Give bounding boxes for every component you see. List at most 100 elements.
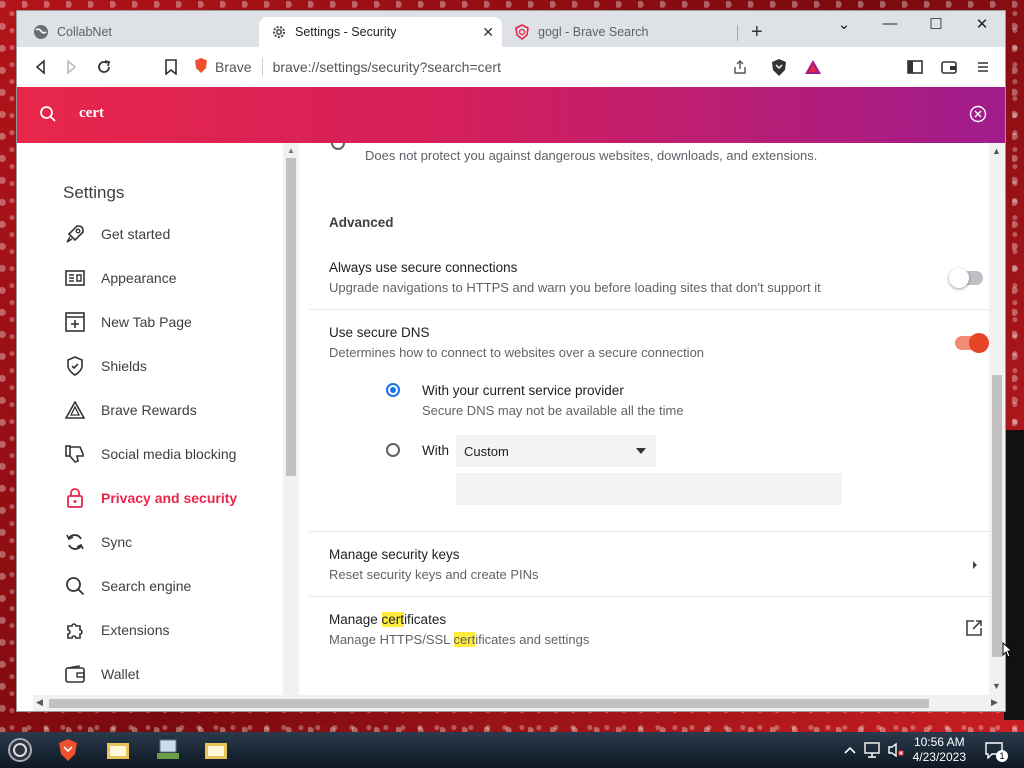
sidebar-scrollbar[interactable]: ▲ [283,143,299,695]
tab-label: Settings - Security [295,25,397,39]
tray-volume-button[interactable] [882,736,910,764]
sidebar-item-extensions[interactable]: Extensions [63,615,169,645]
rewards-triangle-icon [63,398,87,422]
sidebar-scroll-thumb[interactable] [286,158,296,476]
folder-icon [205,743,227,759]
sidebar-item-wallet[interactable]: Wallet [63,659,139,689]
horizontal-scrollbar[interactable]: ◀ ▶ [33,695,1005,711]
sidebar-item-social-media-blocking[interactable]: Social media blocking [63,439,236,469]
secure-dns-title: Use secure DNS [329,325,430,340]
clock-date: 4/23/2023 [912,750,966,764]
taskbar-explorer-button[interactable] [202,736,230,764]
settings-search-input[interactable]: cert [79,105,104,122]
start-button[interactable] [6,736,34,764]
network-computer-icon [157,739,179,759]
rewards-triangle-icon [805,60,821,74]
content-scroll-thumb[interactable] [992,375,1002,657]
taskbar-brave-button[interactable] [54,736,82,764]
reload-button[interactable] [92,55,116,79]
gear-icon [271,24,287,40]
open-external-icon[interactable] [965,619,983,642]
share-button[interactable] [728,55,752,79]
dns-provider-select[interactable]: Custom [456,435,656,467]
advanced-heading: Advanced [329,215,394,230]
bookmark-button[interactable] [159,55,183,79]
tab-label: CollabNet [57,25,112,39]
tray-clock[interactable]: 10:56 AM 4/23/2023 [913,735,966,765]
url-text[interactable]: brave://settings/security?search=cert [273,59,501,75]
horizontal-scroll-thumb[interactable] [49,699,929,708]
sidebar-item-label: Search engine [101,578,192,594]
custom-dns-input[interactable] [456,473,842,505]
tab-search-chevron-icon[interactable]: ⌄ [829,15,859,33]
sidebar-item-privacy-and-security[interactable]: Privacy and security [63,483,237,513]
back-arrow-icon [35,59,45,75]
sidebar-item-brave-rewards[interactable]: Brave Rewards [63,395,197,425]
maximize-button[interactable]: ☐ [921,15,951,33]
toggle-knob [949,268,969,288]
close-window-button[interactable]: ✕ [967,15,997,33]
sidebar-toggle-button[interactable] [903,55,927,79]
taskbar-network-button[interactable] [154,736,182,764]
close-tab-icon[interactable]: ✕ [482,24,494,41]
scroll-up-arrow-icon[interactable]: ▲ [287,146,295,155]
sidebar-item-appearance[interactable]: Appearance [63,263,177,293]
radio-dot [390,387,396,393]
forward-button[interactable] [59,55,83,79]
sidebar-item-label: Extensions [101,622,170,638]
start-orb-icon [8,738,32,762]
sidebar-item-new-tab-page[interactable]: New Tab Page [63,307,192,337]
brave-shields-button[interactable] [767,55,791,79]
wallet-button[interactable] [937,55,961,79]
reload-icon [98,60,111,73]
sidebar-item-label: Get started [101,226,171,242]
content-scrollbar[interactable]: ▲ ▼ [989,143,1005,695]
dns-provider-select-value: Custom [464,443,509,459]
dns-custom-radio[interactable] [386,443,400,457]
secure-connections-title: Always use secure connections [329,260,518,275]
sidebar-panel-icon [907,60,923,74]
sidebar-item-sync[interactable]: Sync [63,527,132,557]
sidebar-item-label: New Tab Page [101,314,192,330]
new-tab-icon [63,310,87,334]
sidebar-item-search-engine[interactable]: Search engine [63,571,191,601]
manage-certificates-row[interactable]: Manage certificates Manage HTTPS/SSL cer… [329,612,589,647]
scroll-left-arrow-icon[interactable]: ◀ [36,697,43,708]
sidebar-item-get-started[interactable]: Get started [63,219,170,249]
clear-search-button[interactable] [969,105,987,128]
brave-rewards-button[interactable] [801,55,825,79]
scroll-down-arrow-icon[interactable]: ▼ [992,681,1001,691]
browser-window: CollabNet Settings - Security ✕ gogl - B… [17,11,1005,711]
scroll-right-arrow-icon[interactable]: ▶ [991,697,998,708]
sidebar-item-shields[interactable]: Shields [63,351,147,381]
taskbar: 10:56 AM 4/23/2023 1 [0,732,1024,768]
toggle-knob [969,333,989,353]
secure-connections-subtitle: Upgrade navigations to HTTPS and warn yo… [329,280,821,295]
taskbar-folder-button[interactable] [104,736,132,764]
scroll-up-arrow-icon[interactable]: ▲ [992,146,1001,156]
brave-lion-icon [772,58,786,76]
brand-label: Brave [215,59,252,75]
tab-collabnet[interactable]: CollabNet [21,17,259,47]
clear-circle-icon [969,105,987,123]
appearance-icon [63,266,87,290]
tab-brave-search[interactable]: gogl - Brave Search [502,17,740,47]
sidebar-item-label: Sync [101,534,133,550]
menu-button[interactable] [971,55,995,79]
chevron-right-icon[interactable] [971,557,979,575]
notification-center-button[interactable]: 1 [980,736,1008,764]
new-tab-button[interactable]: + [751,21,763,44]
security-keys-row[interactable]: Manage security keys Reset security keys… [329,547,539,582]
back-button[interactable] [29,55,53,79]
secure-dns-toggle[interactable] [955,333,989,353]
globe-icon [33,24,49,40]
tab-settings-security[interactable]: Settings - Security ✕ [259,17,502,47]
address-bar[interactable]: Brave brave://settings/security?search=c… [193,52,763,82]
dns-current-provider-radio[interactable] [386,383,400,397]
tab-separator [737,25,738,41]
sidebar-item-label: Appearance [101,270,177,286]
secure-connections-toggle[interactable] [949,268,983,288]
safe-browsing-radio[interactable] [331,143,345,150]
brave-search-icon [514,24,530,41]
minimize-button[interactable]: — [875,15,905,32]
